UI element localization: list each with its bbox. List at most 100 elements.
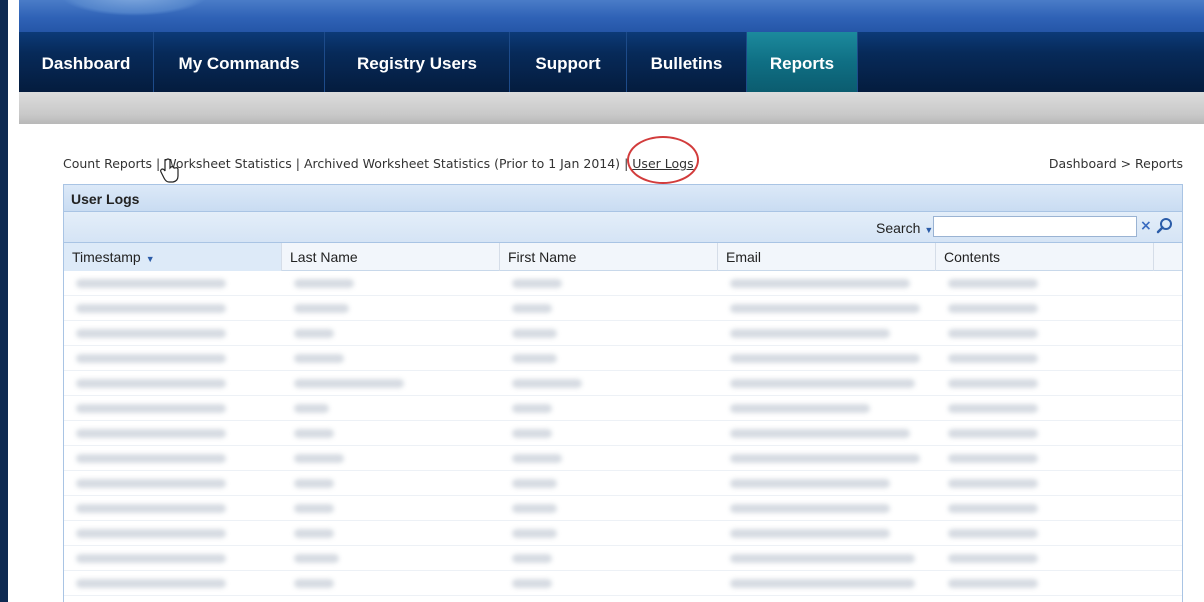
table-cell [936,271,1154,296]
obscured-text [948,403,1038,413]
table-cell [718,371,936,396]
table-cell [718,446,936,471]
obscured-text [294,528,334,538]
table-cell [500,546,718,571]
table-cell [64,421,282,446]
obscured-text [512,503,557,513]
table-cell [64,446,282,471]
obscured-text [730,403,870,413]
obscured-text [730,278,910,288]
column-spacer [1154,243,1182,271]
obscured-text [948,353,1038,363]
link-count-reports[interactable]: Count Reports [63,156,152,171]
column-last-name[interactable]: Last Name [282,243,500,271]
column-first-name[interactable]: First Name [500,243,718,271]
table-cell [500,521,718,546]
table-row[interactable] [64,446,1182,471]
table-cell [282,346,500,371]
obscured-text [76,353,226,363]
tab-reports[interactable]: Reports [747,32,858,92]
sort-desc-icon: ▼ [145,254,155,264]
obscured-text [76,578,226,588]
table-cell [936,521,1154,546]
table-cell [64,296,282,321]
left-rail [0,0,19,602]
table-cell [936,471,1154,496]
table-cell [282,546,500,571]
table-cell [718,296,936,321]
column-label: Timestamp [72,249,141,265]
user-logs-panel: User Logs Search ▼ × Timestamp ▼ Last Name… [63,184,1183,602]
table-cell [282,396,500,421]
breadcrumb: Dashboard > Reports [1048,156,1183,171]
tab-registry-users[interactable]: Registry Users [325,32,510,92]
table-row[interactable] [64,271,1182,296]
tab-support[interactable]: Support [510,32,627,92]
table-cell [500,471,718,496]
obscured-text [948,328,1038,338]
obscured-text [76,378,226,388]
obscured-text [512,453,562,463]
tab-dashboard[interactable]: Dashboard [19,32,154,92]
obscured-text [730,578,915,588]
link-worksheet-statistics[interactable]: Worksheet Statistics [164,156,291,171]
table-row[interactable] [64,421,1182,446]
table-row[interactable] [64,396,1182,421]
search-input[interactable] [933,216,1137,237]
report-links: Count Reports | Worksheet Statistics | Archi… [63,156,1183,174]
table-row[interactable] [64,571,1182,596]
link-archived-worksheet-statistics[interactable]: Archived Worksheet Statistics (Prior to … [304,156,620,171]
nav-filler [858,32,1204,92]
obscured-text [730,503,890,513]
table-cell [936,346,1154,371]
search-dropdown[interactable]: Search ▼ [876,220,933,236]
obscured-text [76,328,226,338]
clear-icon[interactable]: × [1140,218,1152,234]
table-cell [500,396,718,421]
table-cell [500,421,718,446]
obscured-text [76,453,226,463]
tab-my-commands[interactable]: My Commands [154,32,325,92]
table-cell [936,446,1154,471]
table-row[interactable] [64,546,1182,571]
table-cell [936,321,1154,346]
table-row[interactable] [64,521,1182,546]
obscured-text [948,378,1038,388]
table-cell [936,571,1154,596]
column-contents[interactable]: Contents [936,243,1154,271]
table-cell [64,346,282,371]
obscured-text [512,278,562,288]
table-cell [936,396,1154,421]
table-cell [282,446,500,471]
table-cell [718,396,936,421]
obscured-text [948,578,1038,588]
table-cell [936,371,1154,396]
table-row[interactable] [64,471,1182,496]
panel-title: User Logs [64,185,1182,212]
column-email[interactable]: Email [718,243,936,271]
table-row[interactable] [64,321,1182,346]
obscured-text [730,528,890,538]
logo-emblem [59,0,209,16]
column-timestamp[interactable]: Timestamp ▼ [64,243,282,271]
table-cell [64,271,282,296]
table-cell [500,571,718,596]
table-row[interactable] [64,371,1182,396]
tab-bulletins[interactable]: Bulletins [627,32,747,92]
obscured-text [294,578,334,588]
search-label: Search [876,220,921,236]
obscured-text [730,453,920,463]
table-row[interactable] [64,296,1182,321]
obscured-text [730,303,920,313]
search-icon[interactable] [1156,217,1174,235]
table-row[interactable] [64,496,1182,521]
top-banner [19,0,1204,32]
table-cell [718,346,936,371]
obscured-text [948,478,1038,488]
table-cell [718,271,936,296]
table-cell [718,471,936,496]
table-row[interactable] [64,346,1182,371]
table-cell [936,296,1154,321]
sub-toolbar [19,92,1204,124]
table-cell [282,371,500,396]
